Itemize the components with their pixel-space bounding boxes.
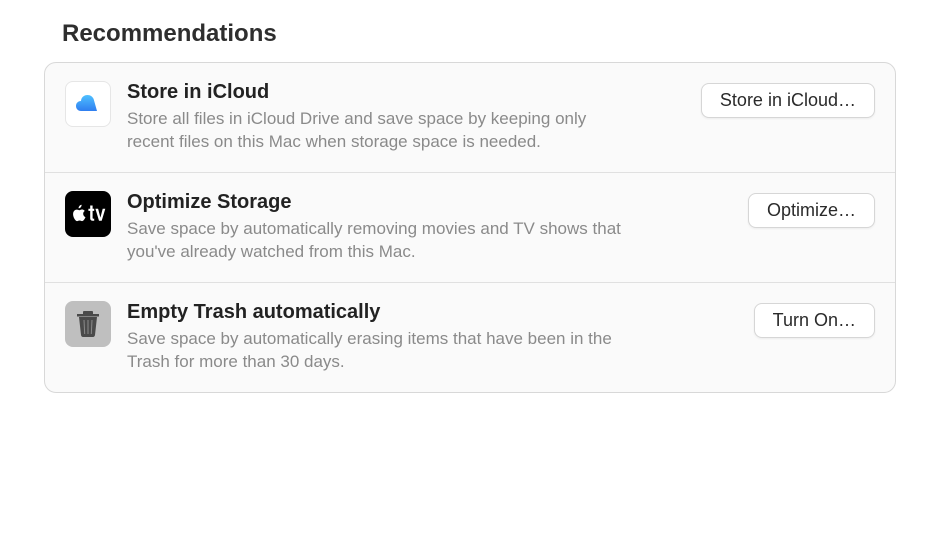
item-description: Save space by automatically removing mov… — [127, 218, 637, 264]
turn-on-button[interactable]: Turn On… — [754, 303, 875, 338]
item-title: Empty Trash automatically — [127, 301, 738, 324]
item-description: Store all files in iCloud Drive and save… — [127, 108, 637, 154]
item-store-in-icloud: Store in iCloud Store all files in iClou… — [45, 63, 895, 172]
item-empty-trash: Empty Trash automatically Save space by … — [45, 282, 895, 392]
item-text: Empty Trash automatically Save space by … — [127, 301, 754, 374]
section-title: Recommendations — [62, 20, 900, 48]
optimize-button[interactable]: Optimize… — [748, 193, 875, 228]
item-title: Store in iCloud — [127, 81, 685, 104]
appletv-icon — [65, 191, 111, 237]
store-in-icloud-button[interactable]: Store in iCloud… — [701, 83, 875, 118]
recommendations-panel: Store in iCloud Store all files in iClou… — [44, 62, 896, 393]
item-optimize-storage: Optimize Storage Save space by automatic… — [45, 172, 895, 282]
item-text: Optimize Storage Save space by automatic… — [127, 191, 748, 264]
icloud-icon — [65, 81, 111, 127]
item-title: Optimize Storage — [127, 191, 732, 214]
trash-icon — [65, 301, 111, 347]
item-description: Save space by automatically erasing item… — [127, 328, 637, 374]
item-text: Store in iCloud Store all files in iClou… — [127, 81, 701, 154]
